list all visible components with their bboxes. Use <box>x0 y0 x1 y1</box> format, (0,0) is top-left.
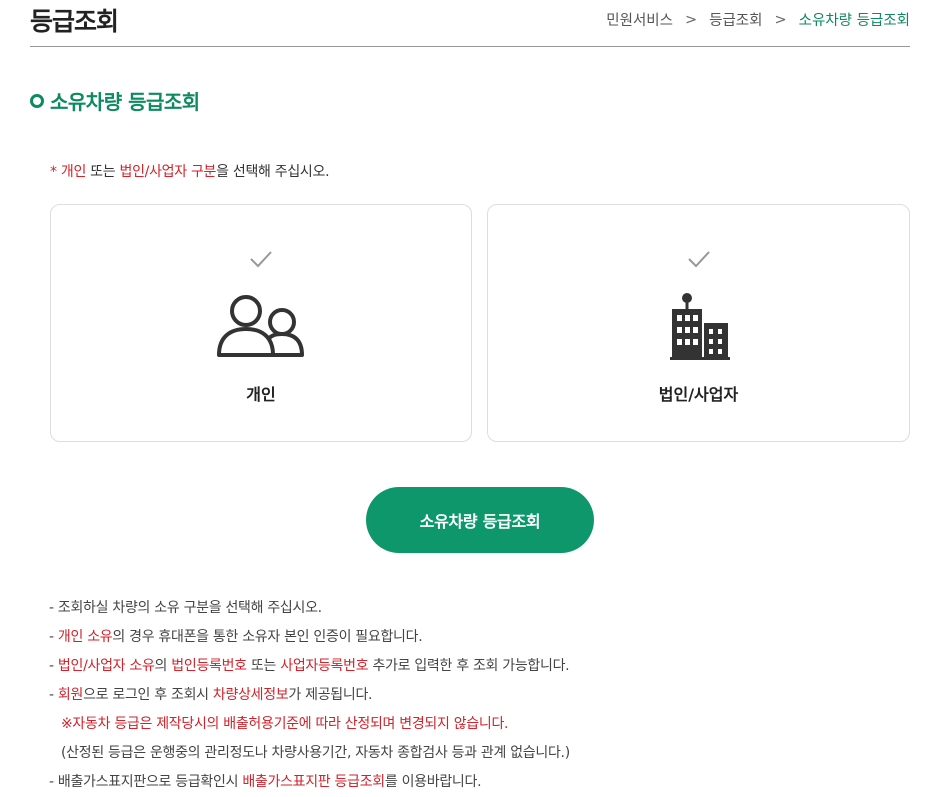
note-highlight: 법인/사업자 소유 <box>57 658 155 674</box>
note-text: - <box>49 629 58 645</box>
owned-vehicle-grade-search-button[interactable]: 소유차량 등급조회 <box>366 487 594 553</box>
instruction-highlight-personal: 개인 <box>60 164 87 180</box>
instruction-text: 을 선택해 주십시오. <box>216 164 330 180</box>
corporate-owner-label: 법인/사업자 <box>658 385 739 404</box>
note-highlight: 사업자등록번호 <box>280 658 369 674</box>
selection-instruction: * 개인 또는 법인/사업자 구분을 선택해 주십시오. <box>50 161 330 181</box>
list-item: (산정된 등급은 운행중의 관리정도나 차량사용기간, 자동차 종합검사 등과 … <box>49 739 570 768</box>
note-highlight: 회원 <box>57 687 84 703</box>
breadcrumb-separator: > <box>684 11 698 28</box>
building-icon <box>669 293 730 360</box>
note-text: 를 이용바랍니다. <box>384 774 482 790</box>
note-highlight: 법인등록번호 <box>171 658 247 674</box>
note-text: - <box>49 658 58 674</box>
note-text: 의 <box>154 658 172 674</box>
circle-bullet-icon <box>30 93 44 108</box>
note-highlight: 차량상세정보 <box>212 687 289 703</box>
note-text: 또는 <box>246 658 281 674</box>
personal-owner-card[interactable]: 개인 <box>50 204 472 442</box>
note-text: 가 제공됩니다. <box>288 687 373 703</box>
note-text: - 배출가스표지판으로 등급확인시 <box>49 774 243 790</box>
emission-sign-grade-lookup-link[interactable]: 배출가스표지판 등급조회 <box>242 774 385 790</box>
note-text: 추가로 입력한 후 조회 가능합니다. <box>368 658 570 674</box>
note-text: 으로 로그인 후 조회시 <box>83 687 213 703</box>
breadcrumb-item-grade-lookup[interactable]: 등급조회 <box>709 9 762 30</box>
instruction-text: 또는 <box>86 164 120 180</box>
breadcrumb-separator: > <box>774 11 787 28</box>
note-text: - 조회하실 차량의 소유 구분을 선택해 주십시오. <box>49 600 322 616</box>
list-item: ※자동차 등급은 제작당시의 배출허용기준에 따라 산정되며 변경되지 않습니다… <box>49 710 570 739</box>
checkmark-icon <box>250 251 272 268</box>
note-highlight: 개인 소유 <box>57 629 113 645</box>
breadcrumb-item-current: 소유차량 등급조회 <box>798 13 910 29</box>
instruction-highlight-corporate: 법인/사업자 구분 <box>119 164 217 180</box>
page-title: 등급조회 <box>30 7 119 36</box>
checkmark-icon <box>687 251 710 268</box>
people-icon <box>217 295 304 357</box>
list-item: - 개인 소유의 경우 휴대폰을 통한 소유자 본인 인증이 필요합니다. <box>49 623 570 652</box>
note-text: - <box>49 687 58 703</box>
section-title-text: 소유차량 등급조회 <box>50 90 200 114</box>
note-text: 의 경우 휴대폰을 통한 소유자 본인 인증이 필요합니다. <box>112 629 423 645</box>
list-item: - 법인/사업자 소유의 법인등록번호 또는 사업자등록번호 추가로 입력한 후… <box>49 652 570 681</box>
list-item: - 회원으로 로그인 후 조회시 차량상세정보가 제공됩니다. <box>49 681 570 710</box>
list-item: - 배출가스표지판으로 등급확인시 배출가스표지판 등급조회를 이용바랍니다. <box>49 768 570 797</box>
page-header: 등급조회 민원서비스 > 등급조회 > 소유차량 등급조회 <box>30 0 910 47</box>
note-warning: ※자동차 등급은 제작당시의 배출허용기준에 따라 산정되며 변경되지 않습니다… <box>61 716 509 732</box>
breadcrumb-item-civil-service[interactable]: 민원서비스 <box>606 9 673 30</box>
note-text: (산정된 등급은 운행중의 관리정도나 차량사용기간, 자동차 종합검사 등과 … <box>61 745 570 761</box>
personal-owner-label: 개인 <box>246 385 276 404</box>
breadcrumb: 민원서비스 > 등급조회 > 소유차량 등급조회 <box>606 9 910 30</box>
notes-list: - 조회하실 차량의 소유 구분을 선택해 주십시오. - 개인 소유의 경우 … <box>49 594 570 797</box>
corporate-owner-card[interactable]: 법인/사업자 <box>487 204 910 442</box>
asterisk: * <box>50 164 61 180</box>
list-item: - 조회하실 차량의 소유 구분을 선택해 주십시오. <box>49 594 570 623</box>
section-title: 소유차량 등급조회 <box>30 86 200 115</box>
